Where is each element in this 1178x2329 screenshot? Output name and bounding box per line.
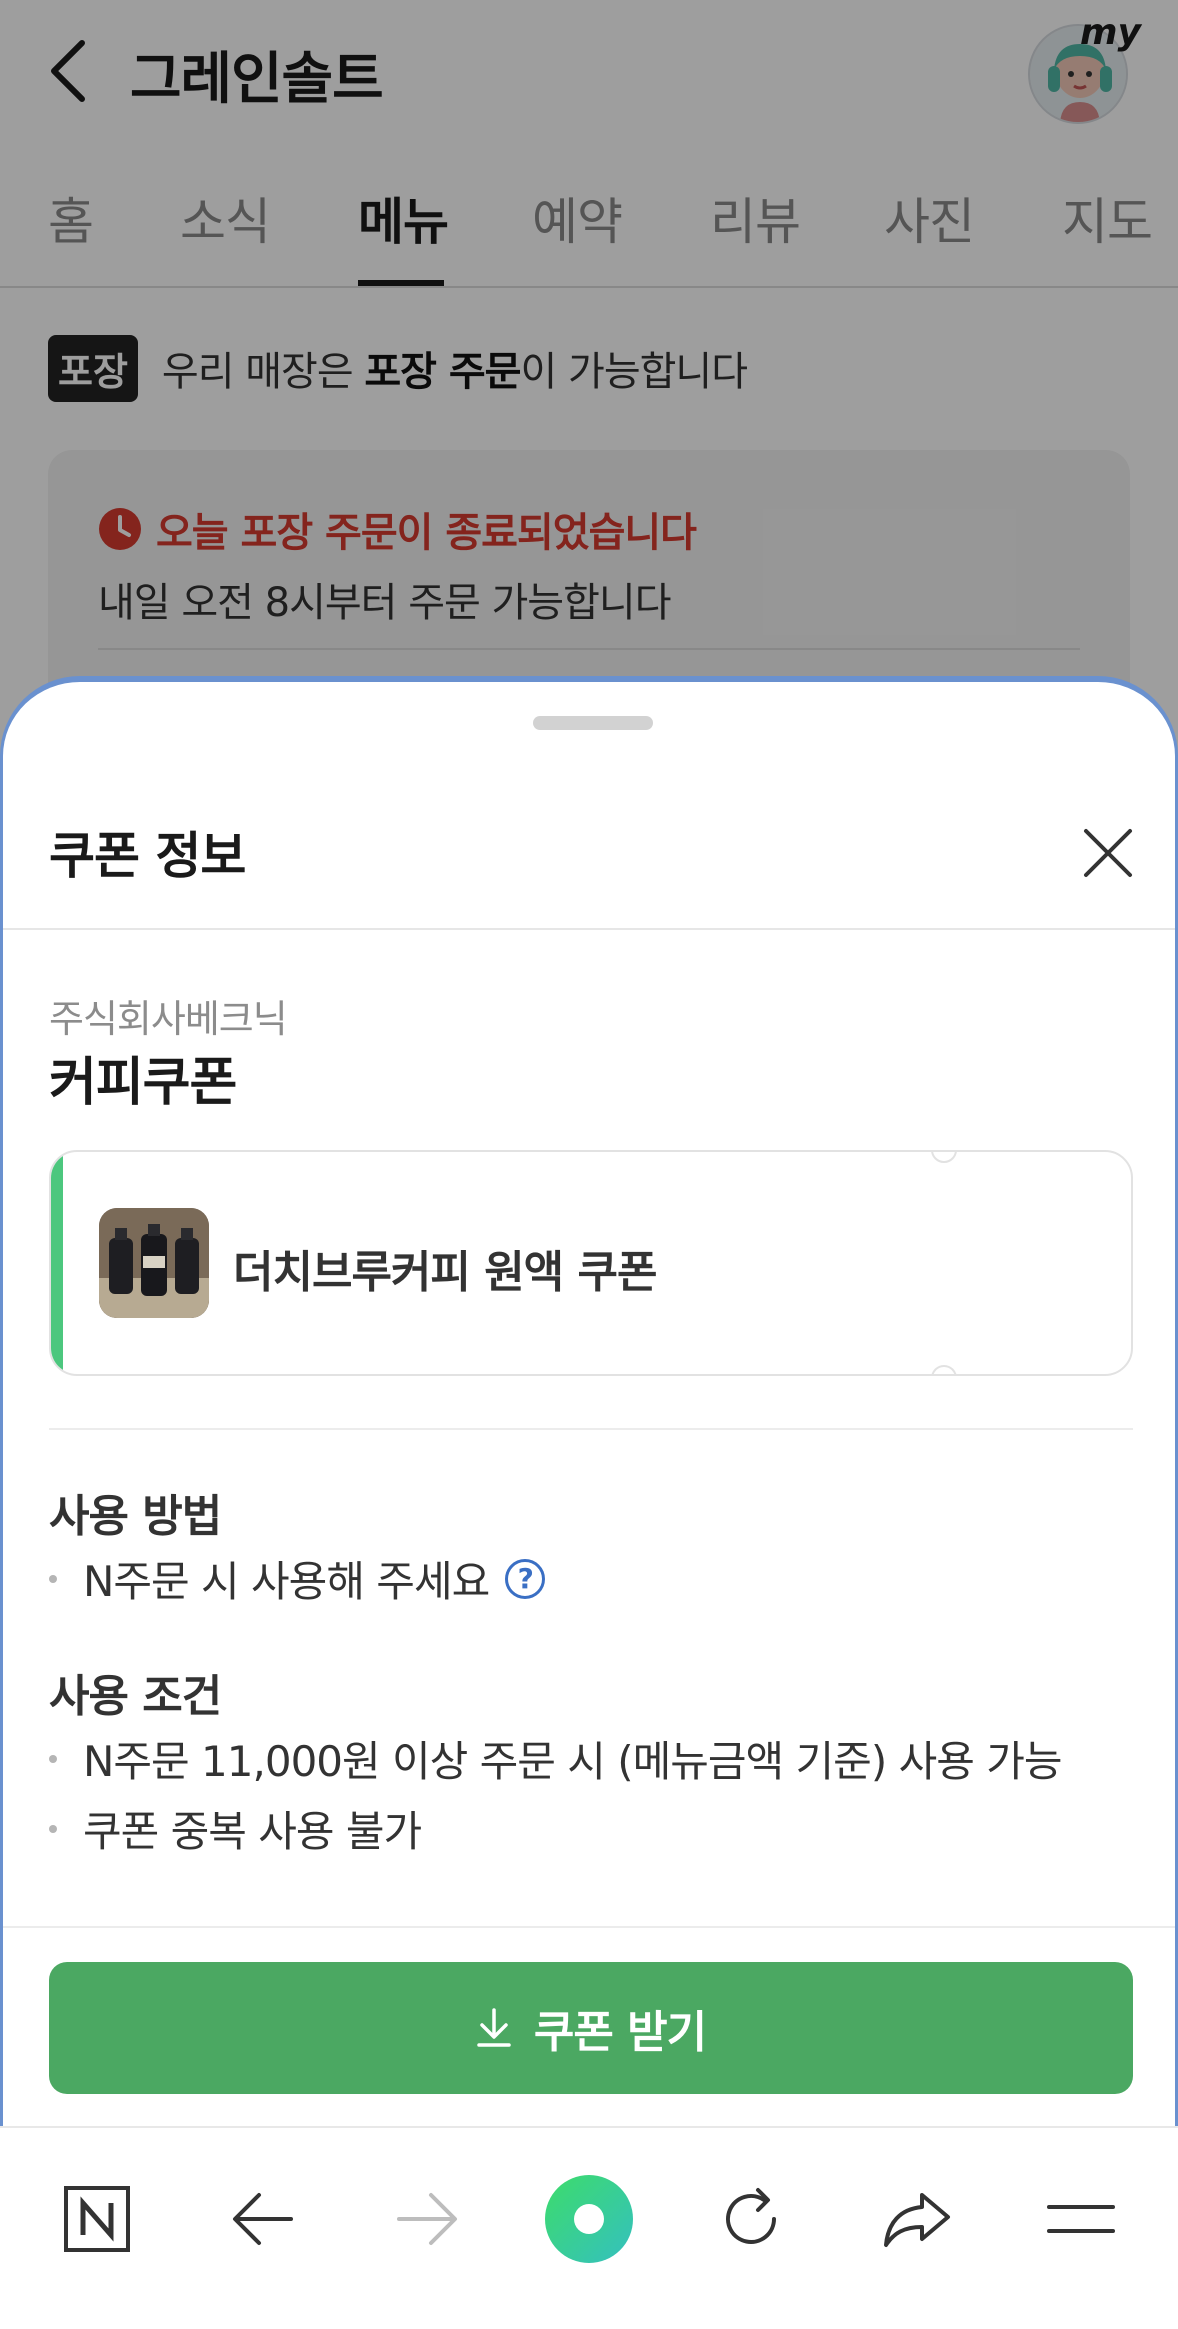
ticket-accent-bar — [51, 1152, 63, 1374]
get-coupon-button[interactable]: 쿠폰 받기 — [49, 1962, 1133, 2094]
forward-arrow-icon — [397, 2193, 457, 2245]
naver-home-icon — [64, 2186, 130, 2252]
back-arrow-icon — [233, 2193, 293, 2245]
share-icon — [884, 2193, 950, 2247]
ticket-notch-top — [931, 1152, 957, 1163]
usage-item-text: N주문 시 사용해 주세요 — [83, 1557, 490, 1606]
coupon-ticket-label: 더치브루커피 원액 쿠폰 — [233, 1247, 657, 1298]
sheet-title: 쿠폰 정보 — [49, 827, 246, 885]
bullet-dot — [49, 1754, 57, 1763]
bullet-dot — [49, 1574, 57, 1583]
sheet-header-divider — [3, 928, 1175, 930]
conditions-title: 사용 조건 — [49, 1671, 222, 1722]
sheet-drag-handle[interactable] — [533, 716, 653, 730]
menu-icon — [1047, 2205, 1115, 2233]
bottles-image-icon — [99, 1208, 209, 1318]
coupon-bottom-sheet: 쿠폰 정보 주식회사베크닉 커피쿠폰 더치브루커피 원액 쿠폰 사용 방법 N주… — [0, 676, 1178, 2126]
menu-button[interactable] — [1036, 2174, 1126, 2264]
coupon-name: 커피쿠폰 — [49, 1053, 237, 1113]
download-icon — [476, 2008, 512, 2048]
condition-item-text: 쿠폰 중복 사용 불가 — [83, 1807, 422, 1856]
bullet-dot — [49, 1824, 57, 1833]
condition-item: 쿠폰 중복 사용 불가 — [49, 1798, 422, 1859]
green-dot-button[interactable] — [544, 2174, 634, 2264]
condition-item: N주문 11,000원 이상 주문 시 (메뉴금액 기준) 사용 가능 — [49, 1728, 1062, 1789]
store-page: 그레인솔트 my 홈 소식 메뉴 예약 리뷰 사진 지도 포장 우리 매장은 포… — [0, 0, 1178, 780]
naver-home-button[interactable] — [52, 2174, 142, 2264]
modal-dim-overlay[interactable] — [0, 0, 1178, 760]
refresh-button[interactable] — [706, 2174, 796, 2264]
refresh-icon — [726, 2188, 776, 2244]
condition-item-text: N주문 11,000원 이상 주문 시 (메뉴금액 기준) 사용 가능 — [83, 1737, 1062, 1786]
coupon-ticket: 더치브루커피 원액 쿠폰 — [49, 1150, 1133, 1376]
cta-divider — [3, 1926, 1175, 1928]
ticket-notch-bottom — [931, 1365, 957, 1374]
get-coupon-label: 쿠폰 받기 — [533, 2007, 707, 2058]
close-button[interactable] — [1073, 818, 1143, 888]
close-icon — [1084, 829, 1132, 877]
coupon-product-image — [99, 1208, 209, 1318]
coupon-issuer: 주식회사베크닉 — [49, 997, 288, 1041]
share-button[interactable] — [872, 2174, 962, 2264]
help-icon[interactable]: ? — [505, 1558, 546, 1599]
section-divider — [49, 1428, 1133, 1430]
green-dot-icon — [545, 2175, 633, 2263]
browser-toolbar — [0, 2126, 1178, 2329]
usage-item: N주문 시 사용해 주세요 ? — [49, 1548, 546, 1609]
browser-back-button[interactable] — [218, 2174, 308, 2264]
usage-title: 사용 방법 — [49, 1491, 222, 1542]
browser-forward-button[interactable] — [382, 2174, 472, 2264]
